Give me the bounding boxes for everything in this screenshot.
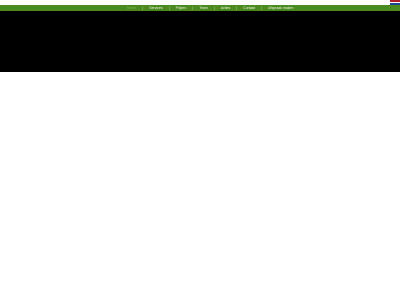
page: Home | Services | Prijzen | Team | Actie… <box>0 0 400 300</box>
main-content <box>0 72 400 300</box>
hero-banner <box>0 11 400 72</box>
